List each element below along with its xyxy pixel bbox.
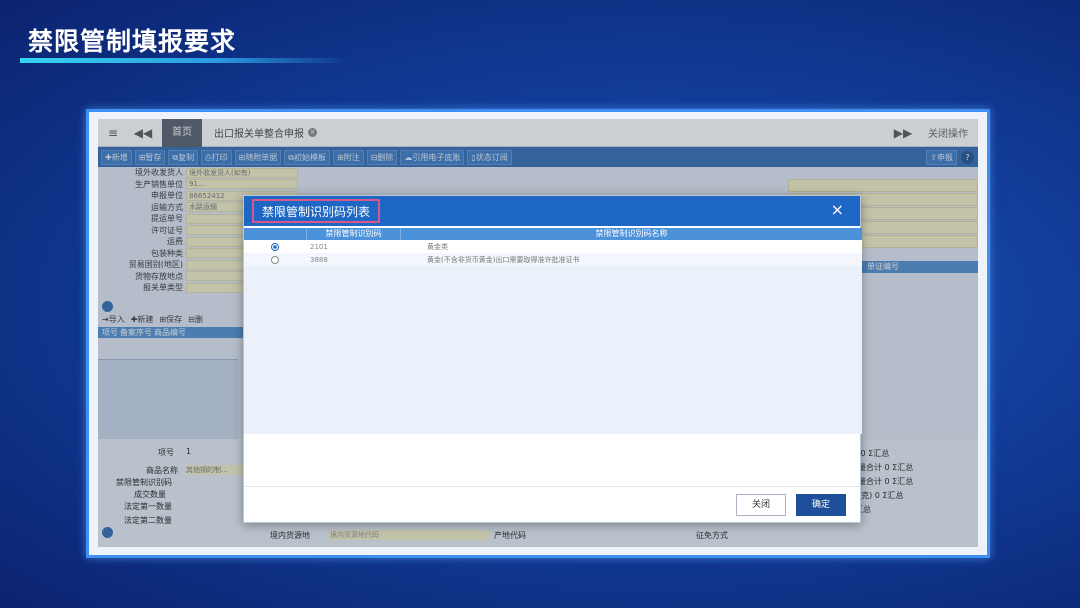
name-cell: 黄金类 xyxy=(427,242,448,251)
customs-app: ≡ ◀◀ 首页 出口报关单整合申报 × ▶▶ 关闭操作 ✚新增 ⊞暂存 ⧉复制 … xyxy=(98,119,978,547)
confirm-button[interactable]: 确定 xyxy=(796,494,846,516)
dialog-title: 禁限管制识别码列表 xyxy=(252,199,381,223)
screenshot-frame: ≡ ◀◀ 首页 出口报关单整合申报 × ▶▶ 关闭操作 ✚新增 ⊞暂存 ⧉复制 … xyxy=(86,109,990,558)
dialog-header: 禁限管制识别码列表 × xyxy=(244,196,860,226)
col-name: 禁限管制识别码名称 xyxy=(595,229,668,238)
cancel-button[interactable]: 关闭 xyxy=(736,494,786,516)
close-icon[interactable]: × xyxy=(831,201,844,219)
col-code: 禁限管制识别码 xyxy=(306,228,401,240)
radio-icon[interactable] xyxy=(271,255,279,264)
table-row[interactable]: 3888 黄金(不含非货币黄金)出口需要取得准许批准证书 xyxy=(244,253,862,266)
name-cell: 黄金(不含非货币黄金)出口需要取得准许批准证书 xyxy=(427,255,580,264)
code-cell: 3888 xyxy=(310,255,328,264)
dialog-footer: 关闭 确定 xyxy=(244,486,860,522)
radio-selected-icon[interactable] xyxy=(271,242,279,251)
restriction-code-dialog: 禁限管制识别码列表 × 禁限管制识别码 禁限管制识别码名称 2101 黄金类 3… xyxy=(243,195,862,523)
table-row[interactable]: 2101 黄金类 xyxy=(244,240,862,253)
code-cell: 2101 xyxy=(310,242,328,251)
code-table: 禁限管制识别码 禁限管制识别码名称 2101 黄金类 3888 黄金(不含非货币… xyxy=(244,228,862,434)
slide-title: 禁限管制填报要求 xyxy=(28,27,237,56)
title-underline xyxy=(20,58,350,63)
table-header: 禁限管制识别码 禁限管制识别码名称 xyxy=(244,228,862,240)
